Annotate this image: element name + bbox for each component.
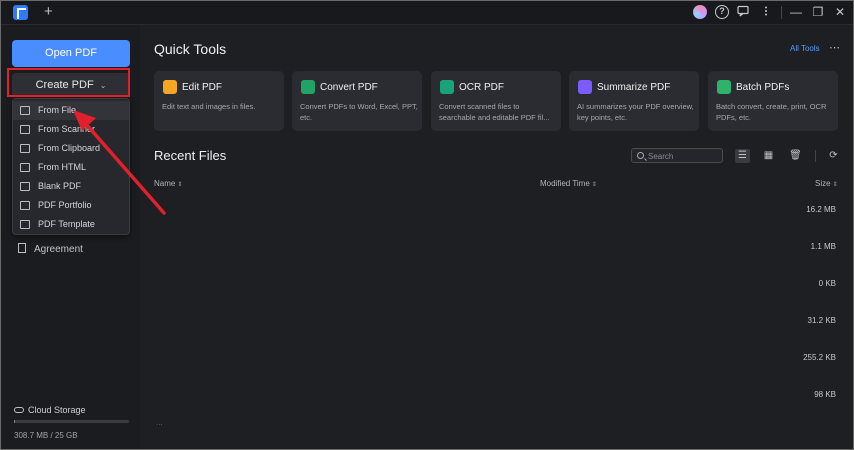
annotation-arrow xyxy=(73,110,166,215)
